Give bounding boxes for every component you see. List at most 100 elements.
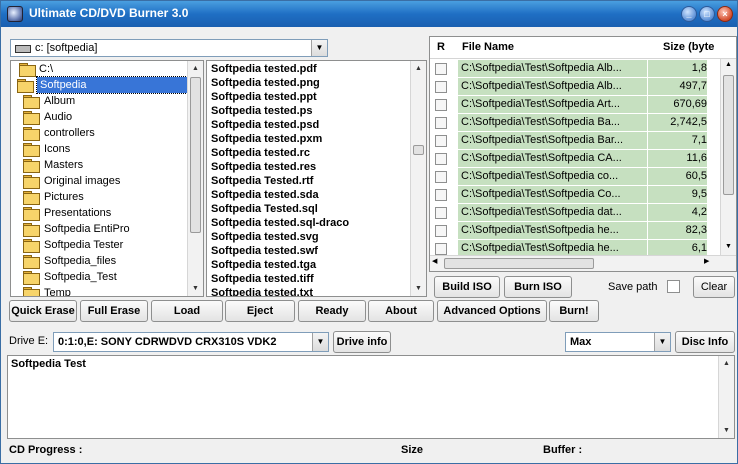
drive-info-button[interactable]: Drive info [333, 331, 391, 353]
burn-button[interactable]: Burn! [549, 300, 599, 322]
table-row[interactable]: C:\Softpedia\Test\Softpedia Alb... 497,7 [430, 78, 736, 96]
tree-item-label: Softpedia EntiPro [44, 223, 130, 235]
row-checkbox[interactable] [435, 99, 447, 111]
file-list-item[interactable]: Softpedia tested.tga [211, 258, 316, 272]
folder-tree[interactable]: C:\ Softpedia Album Audio controllers Icons… [10, 60, 204, 297]
chevron-down-icon[interactable]: ▼ [654, 333, 670, 351]
ready-button[interactable]: Ready [298, 300, 366, 322]
chevron-down-icon[interactable]: ▼ [312, 333, 328, 351]
scroll-up-icon[interactable]: ▲ [725, 61, 732, 68]
table-row[interactable]: C:\Softpedia\Test\Softpedia Art... 670,69 [430, 96, 736, 114]
scroll-down-icon[interactable]: ▼ [188, 281, 203, 296]
scroll-down-icon[interactable]: ▼ [719, 423, 734, 438]
eject-button[interactable]: Eject [225, 300, 295, 322]
about-button[interactable]: About [368, 300, 434, 322]
file-list-item[interactable]: Softpedia tested.pdf [211, 62, 317, 76]
scroll-up-icon[interactable]: ▲ [411, 61, 426, 76]
scroll-down-icon[interactable]: ▼ [725, 243, 732, 250]
table-row[interactable]: C:\Softpedia\Test\Softpedia dat... 4,2 [430, 204, 736, 222]
drive-label: Drive E: [9, 335, 49, 347]
file-list-item[interactable]: Softpedia tested.tiff [211, 272, 314, 286]
row-checkbox[interactable] [435, 189, 447, 201]
chevron-down-icon[interactable]: ▼ [311, 40, 327, 56]
save-path-checkbox[interactable] [667, 280, 680, 293]
scroll-thumb[interactable] [723, 75, 734, 195]
compilation-grid[interactable]: R File Name Size (byte C:\Softpedia\Test… [429, 36, 737, 272]
row-checkbox[interactable] [435, 117, 447, 129]
quick-erase-button[interactable]: Quick Erase [9, 300, 77, 322]
maximize-button[interactable]: □ [699, 6, 715, 22]
file-list-item[interactable]: Softpedia tested.ps [211, 104, 312, 118]
table-row[interactable]: C:\Softpedia\Test\Softpedia Ba... 2,742,5 [430, 114, 736, 132]
table-row[interactable]: C:\Softpedia\Test\Softpedia Co... 9,5 [430, 186, 736, 204]
title-bar: Ultimate CD/DVD Burner 3.0 _ □ × [1, 1, 737, 27]
scroll-thumb[interactable] [444, 258, 594, 269]
status-bar: CD Progress : Size Buffer : [5, 441, 735, 461]
disc-info-button[interactable]: Disc Info [675, 331, 735, 353]
row-checkbox[interactable] [435, 207, 447, 219]
row-file-name: C:\Softpedia\Test\Softpedia co... [458, 168, 647, 186]
grid-header: R File Name Size (byte [430, 37, 736, 59]
scroll-up-icon[interactable]: ▲ [188, 61, 203, 76]
tree-item-label: Icons [44, 143, 71, 155]
table-row[interactable]: C:\Softpedia\Test\Softpedia co... 60,5 [430, 168, 736, 186]
file-list-item[interactable]: Softpedia tested.txt [211, 286, 313, 296]
minimize-button[interactable]: _ [681, 6, 697, 22]
burn-iso-button[interactable]: Burn ISO [504, 276, 572, 298]
row-checkbox[interactable] [435, 153, 447, 165]
column-header-size[interactable]: Size (byte [663, 41, 714, 53]
scroll-right-icon[interactable]: ▶ [704, 257, 709, 265]
speed-select[interactable]: Max ▼ [565, 332, 671, 352]
table-row[interactable]: C:\Softpedia\Test\Softpedia Alb... 1,8 [430, 60, 736, 78]
clear-button[interactable]: Clear [693, 276, 735, 298]
file-list-item[interactable]: Softpedia Tested.sql [211, 202, 318, 216]
row-checkbox[interactable] [435, 135, 447, 147]
grid-vscrollbar[interactable]: ▲ ▼ [720, 59, 736, 255]
table-row[interactable]: C:\Softpedia\Test\Softpedia he... 82,3 [430, 222, 736, 240]
log-area[interactable]: Softpedia Test ▲ ▼ [7, 355, 735, 439]
file-list-item[interactable]: Softpedia Tested.rtf [211, 174, 313, 188]
scroll-left-icon[interactable]: ◀ [432, 257, 437, 265]
advanced-options-button[interactable]: Advanced Options [437, 300, 547, 322]
file-list-item[interactable]: Softpedia tested.sql-draco [211, 216, 349, 230]
full-erase-button[interactable]: Full Erase [80, 300, 148, 322]
column-header-r[interactable]: R [437, 41, 445, 53]
load-button[interactable]: Load [151, 300, 223, 322]
grid-hscrollbar[interactable]: ◀ ▶ [430, 255, 736, 271]
table-row[interactable]: C:\Softpedia\Test\Softpedia Bar... 7,1 [430, 132, 736, 150]
file-list-scrollbar[interactable]: ▲ ▼ [410, 61, 426, 296]
window-title: Ultimate CD/DVD Burner 3.0 [29, 6, 189, 20]
build-iso-button[interactable]: Build ISO [434, 276, 500, 298]
file-list[interactable]: Softpedia tested.pdf Softpedia tested.png… [206, 60, 427, 297]
tree-scrollbar[interactable]: ▲ ▼ [187, 61, 203, 296]
table-row[interactable]: C:\Softpedia\Test\Softpedia CA... 11,6 [430, 150, 736, 168]
file-list-item[interactable]: Softpedia tested.swf [211, 244, 318, 258]
log-scrollbar[interactable]: ▲ ▼ [718, 356, 734, 438]
burner-drive-select[interactable]: 0:1:0,E: SONY CDRWDVD CRX310S VDK2 ▼ [53, 332, 329, 352]
file-list-item[interactable]: Softpedia tested.rc [211, 146, 310, 160]
scroll-down-icon[interactable]: ▼ [411, 281, 426, 296]
folder-icon [23, 191, 40, 205]
file-list-item[interactable]: Softpedia tested.sda [211, 188, 319, 202]
scroll-thumb[interactable] [413, 145, 424, 155]
file-list-item[interactable]: Softpedia tested.png [211, 76, 320, 90]
row-checkbox[interactable] [435, 81, 447, 93]
scroll-thumb[interactable] [190, 77, 201, 233]
row-checkbox[interactable] [435, 225, 447, 237]
tree-item-label: Pictures [44, 191, 84, 203]
file-list-item[interactable]: Softpedia tested.res [211, 160, 316, 174]
folder-icon [23, 95, 40, 109]
row-checkbox[interactable] [435, 243, 447, 255]
drive-select[interactable]: c: [softpedia] ▼ [10, 39, 328, 57]
file-list-item[interactable]: Softpedia tested.svg [211, 230, 319, 244]
tree-item-label: Original images [44, 175, 121, 187]
row-checkbox[interactable] [435, 171, 447, 183]
speed-value: Max [570, 336, 592, 348]
row-checkbox[interactable] [435, 63, 447, 75]
file-list-item[interactable]: Softpedia tested.ppt [211, 90, 317, 104]
scroll-up-icon[interactable]: ▲ [719, 356, 734, 371]
file-list-item[interactable]: Softpedia tested.pxm [211, 132, 322, 146]
file-list-item[interactable]: Softpedia tested.psd [211, 118, 319, 132]
column-header-file-name[interactable]: File Name [462, 41, 514, 53]
close-button[interactable]: × [717, 6, 733, 22]
